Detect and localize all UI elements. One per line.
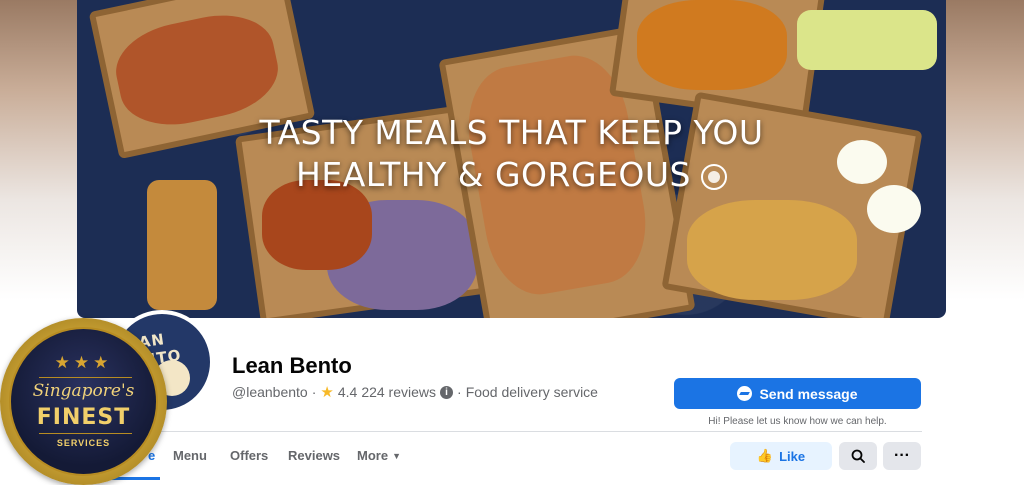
badge-subtitle: SERVICES — [56, 438, 111, 448]
badge-rule — [39, 377, 132, 378]
send-message-button[interactable]: Send message — [674, 378, 921, 409]
badge-rule — [39, 433, 132, 434]
badge-script-text: Singapore's — [32, 381, 135, 401]
like-label: Like — [779, 448, 806, 464]
page-title: Lean Bento — [232, 353, 352, 378]
cover-headline: TASTY MEALS THAT KEEP YOU HEALTHY & GORG… — [77, 112, 946, 196]
page-category[interactable]: Food delivery service — [466, 384, 598, 400]
tab-more[interactable]: More ▼ — [357, 448, 401, 463]
tab-offers[interactable]: Offers — [230, 448, 268, 463]
thumbs-up-icon: 👍 — [756, 448, 774, 463]
messenger-icon — [737, 386, 753, 401]
star-icon: ★ — [320, 384, 334, 401]
tab-menu[interactable]: Menu — [173, 448, 207, 463]
page-handle[interactable]: @leanbento — [232, 384, 308, 400]
drink-bottle — [797, 10, 937, 70]
badge-inner: ★★★ Singapore's FINEST SERVICES — [9, 327, 158, 476]
cover-photo[interactable]: TASTY MEALS THAT KEEP YOU HEALTHY & GORG… — [77, 0, 946, 318]
food-prawns — [637, 0, 787, 90]
more-options-button[interactable]: ··· — [883, 442, 921, 470]
caret-down-icon: ▼ — [392, 451, 401, 461]
section-divider — [160, 431, 922, 432]
page-meta: @leanbento · ★ 4.4 224 reviews i · Food … — [232, 383, 598, 401]
tab-more-label: More — [357, 448, 389, 463]
cover-headline-line2: HEALTHY & GORGEOUS — [296, 155, 691, 194]
cover-headline-line1: TASTY MEALS THAT KEEP YOU — [259, 113, 764, 152]
finest-services-badge: ★★★ Singapore's FINEST SERVICES — [0, 318, 167, 485]
meta-separator: · — [457, 384, 462, 400]
badge-title: FINEST — [36, 405, 131, 430]
like-button[interactable]: 👍 Like — [730, 442, 832, 470]
meta-separator: · — [311, 384, 317, 400]
bear-logo-icon — [700, 164, 727, 190]
badge-stars: ★★★ — [54, 353, 113, 372]
food-noodles — [687, 200, 857, 300]
reviews-count[interactable]: 224 reviews — [361, 384, 436, 400]
search-icon — [851, 449, 865, 463]
more-dots-icon: ··· — [894, 447, 910, 464]
tab-reviews[interactable]: Reviews — [288, 448, 340, 463]
rating-value: 4.4 — [337, 384, 358, 400]
search-button[interactable] — [839, 442, 877, 470]
cover-headline-line2-wrap: HEALTHY & GORGEOUS — [296, 154, 727, 196]
send-message-label: Send message — [759, 385, 858, 402]
message-helper-text: Hi! Please let us know how we can help. — [708, 416, 887, 427]
info-icon[interactable]: i — [440, 385, 454, 399]
drink-bottle — [147, 180, 217, 310]
